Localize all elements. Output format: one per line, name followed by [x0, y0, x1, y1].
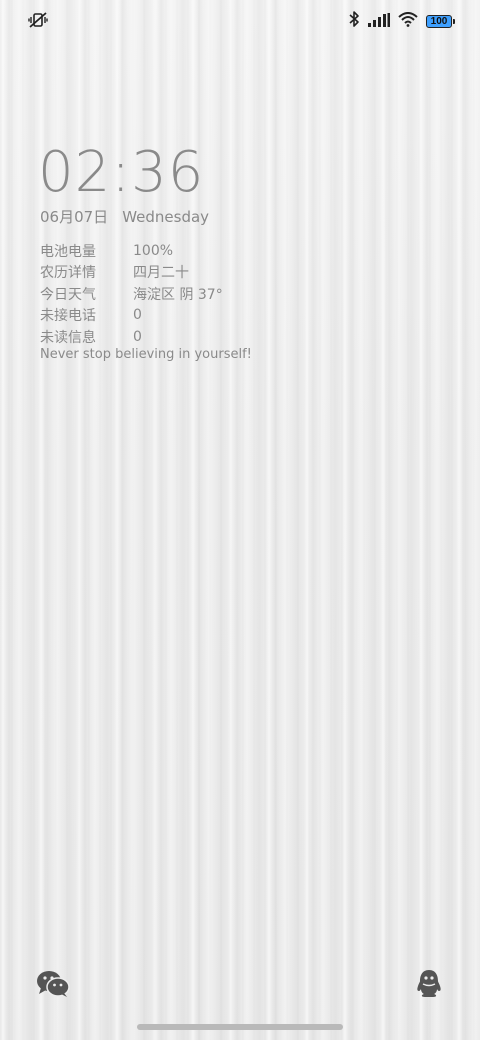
info-value: 0 [133, 328, 142, 345]
info-value: 海淀区 阴 37° [133, 286, 223, 303]
qq-shortcut[interactable] [414, 968, 444, 1002]
info-value: 0 [133, 307, 142, 324]
status-bar: 100 [0, 0, 480, 40]
bluetooth-icon [348, 10, 360, 32]
missed-calls-row: 未接电话 0 [40, 305, 223, 327]
wechat-shortcut[interactable] [36, 970, 70, 1002]
home-indicator[interactable] [137, 1024, 343, 1030]
battery-info-row: 电池电量 100% [40, 240, 223, 262]
date-row: 06月07日 Wednesday [40, 206, 209, 227]
info-label: 未接电话 [40, 308, 96, 325]
battery-icon: 100 [426, 14, 455, 28]
info-list: 电池电量 100% 农历详情 四月二十 今日天气 海淀区 阴 37° 未接电话 … [40, 240, 223, 348]
unread-messages-row: 未读信息 0 [40, 326, 223, 348]
weekday-text: Wednesday [122, 208, 210, 226]
info-label: 今日天气 [40, 286, 96, 303]
battery-level: 100 [430, 15, 448, 27]
info-label: 未读信息 [40, 329, 96, 346]
signal-icon [368, 12, 390, 31]
motto-text: Never stop believing in yourself! [40, 347, 252, 362]
lockscreen-clock: 02:36 [38, 140, 205, 205]
info-label: 电池电量 [40, 243, 96, 260]
info-value: 四月二十 [133, 265, 189, 282]
date-text: 06月07日 [40, 208, 109, 226]
weather-info-row: 今日天气 海淀区 阴 37° [40, 283, 223, 305]
info-label: 农历详情 [40, 265, 96, 282]
status-icons: 100 [348, 10, 455, 32]
qq-icon[interactable] [414, 970, 444, 1002]
lunar-info-row: 农历详情 四月二十 [40, 262, 223, 284]
vibrate-off-icon [28, 11, 48, 33]
info-value: 100% [133, 242, 174, 259]
wifi-icon [398, 11, 418, 31]
wechat-icon[interactable] [36, 971, 70, 1002]
